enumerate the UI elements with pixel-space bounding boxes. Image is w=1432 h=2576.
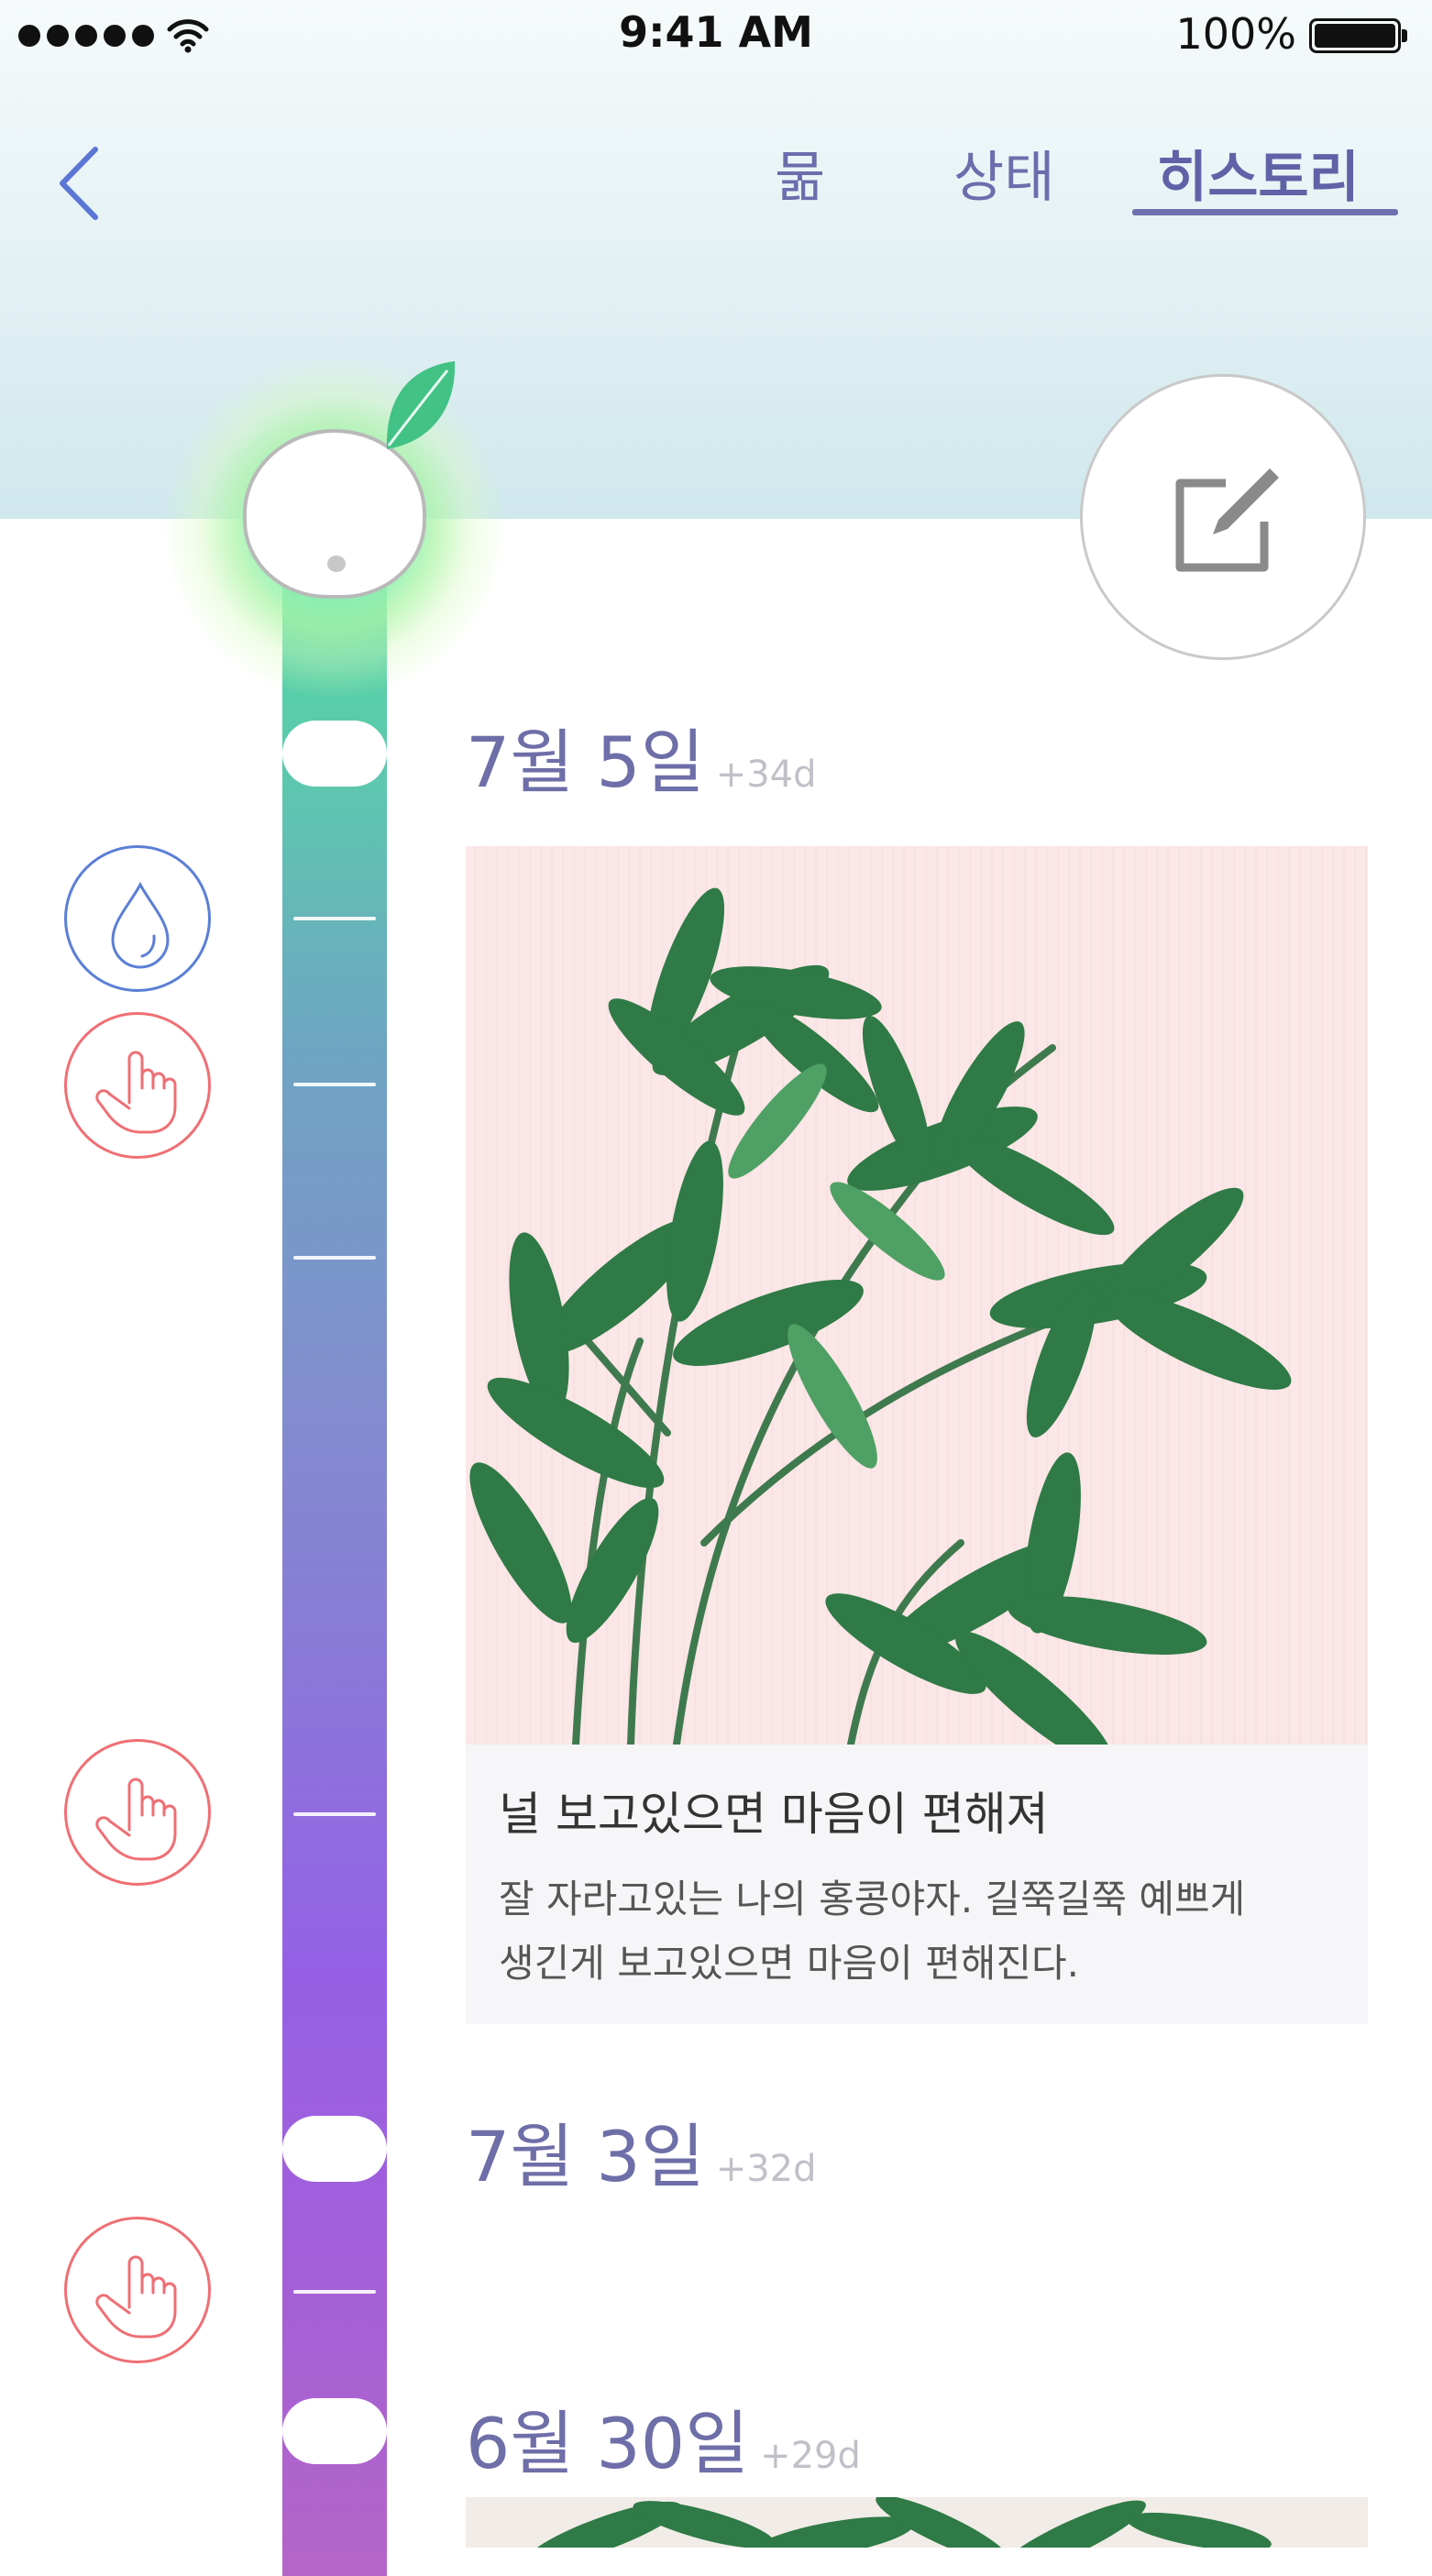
- entry-title: 널 보고있으면 마음이 편해져: [499, 1788, 1049, 1841]
- entry-caption: 널 보고있으면 마음이 편해져 잘 자라고있는 나의 홍콩야자. 길쭉길쭉 예쁘…: [466, 1745, 1368, 2024]
- tab-water[interactable]: 묾: [775, 133, 825, 213]
- touch-activity[interactable]: [64, 1739, 211, 1886]
- entry-body: 잘 자라고있는 나의 홍콩야자. 길쭉길쭉 예쁘게 생긴게 보고있으면 마음이 …: [499, 1867, 1335, 1996]
- battery-percent: 100%: [1175, 9, 1296, 59]
- timeline-tick: [293, 2290, 376, 2294]
- touch-activity[interactable]: [64, 2217, 211, 2363]
- timeline-node: [282, 721, 387, 787]
- timeline-tick: [293, 1083, 376, 1086]
- tab-history[interactable]: 히스토리: [1157, 133, 1360, 213]
- entry-date: 6월 30일 +29d: [466, 2387, 861, 2488]
- entry-body-line: 생긴게 보고있으면 마음이 편해진다.: [499, 1941, 1080, 1986]
- timeline-node: [282, 2116, 387, 2182]
- timeline-node: [282, 2398, 387, 2464]
- touch-hand-icon: [95, 1778, 177, 1861]
- leaf-icon: [386, 361, 456, 449]
- entry-date-label: 7월 3일: [466, 2116, 705, 2197]
- entry-date-label: 6월 30일: [466, 2403, 750, 2484]
- entry-body-line: 잘 자라고있는 나의 홍콩야자. 길쭉길쭉 예쁘게: [499, 1877, 1246, 1921]
- water-activity[interactable]: [64, 845, 211, 992]
- plant-photo[interactable]: [466, 846, 1368, 1745]
- tab-status[interactable]: 상태: [953, 133, 1054, 213]
- entry-days-label: +29d: [760, 2435, 861, 2477]
- plant-photo-illustration: [469, 887, 1292, 1745]
- plant-photo[interactable]: [466, 2497, 1368, 2548]
- plant-photo-illustration: [525, 2497, 1272, 2548]
- entry-date-label: 7월 5일: [466, 721, 705, 803]
- edit-note-button[interactable]: [1080, 374, 1366, 660]
- timeline-tick: [293, 1256, 376, 1260]
- chevron-left-icon[interactable]: [55, 142, 110, 225]
- touch-activity[interactable]: [64, 1012, 211, 1159]
- water-drop-icon: [111, 881, 170, 969]
- entry-days-label: +32d: [715, 2148, 817, 2190]
- touch-hand-icon: [95, 1051, 177, 1134]
- status-bar: 9:41 AM 100%: [0, 0, 1432, 73]
- touch-hand-icon: [95, 2255, 177, 2339]
- active-tab-indicator: [1132, 209, 1398, 215]
- entry-date: 7월 5일 +34d: [466, 706, 817, 807]
- timeline-track: [282, 559, 387, 2576]
- entry-date: 7월 3일 +32d: [466, 2100, 817, 2201]
- timeline-tick: [293, 1812, 376, 1816]
- edit-note-icon: [1175, 468, 1279, 572]
- timeline-tick: [293, 917, 376, 920]
- entry-days-label: +34d: [715, 754, 817, 796]
- battery-icon: [1309, 18, 1407, 53]
